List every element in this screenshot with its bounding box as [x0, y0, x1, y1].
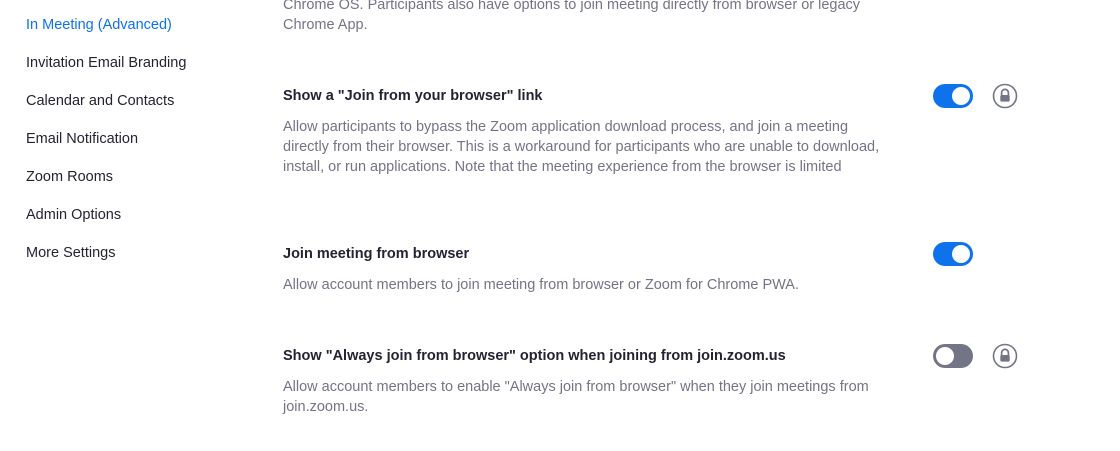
- toggle-knob: [936, 347, 954, 365]
- description-line: Allow account members to join meeting fr…: [283, 277, 799, 293]
- setting-description: Allow participants to bypass the Zoom ap…: [283, 117, 923, 177]
- lock-icon[interactable]: [992, 83, 1018, 109]
- sidebar-item-admin-options[interactable]: Admin Options: [26, 205, 121, 225]
- sidebar-item-email-notification[interactable]: Email Notification: [26, 129, 138, 149]
- always-join-from-browser-toggle[interactable]: [933, 344, 973, 368]
- description-line: install, or run applications. Note that …: [283, 159, 842, 175]
- toggle-knob: [952, 87, 970, 105]
- sidebar-item-calendar-and-contacts[interactable]: Calendar and Contacts: [26, 91, 174, 111]
- join-from-browser-link-toggle[interactable]: [933, 84, 973, 108]
- setting-description: Allow account members to join meeting fr…: [283, 275, 923, 295]
- setting-title: Join meeting from browser: [283, 246, 470, 262]
- description-line: Chrome App.: [283, 17, 368, 33]
- sidebar-item-invitation-email-branding[interactable]: Invitation Email Branding: [26, 53, 186, 73]
- sidebar-item-more-settings[interactable]: More Settings: [26, 243, 115, 263]
- join-meeting-from-browser-toggle[interactable]: [933, 242, 973, 266]
- description-line: Allow participants to bypass the Zoom ap…: [283, 119, 849, 135]
- lock-icon[interactable]: [992, 343, 1018, 369]
- description-line: Allow account members to enable "Always …: [283, 379, 869, 395]
- settings-main-panel: Chrome OS. Participants also have option…: [283, 0, 1120, 451]
- settings-sidebar: In Meeting (Advanced) Invitation Email B…: [0, 0, 240, 451]
- description-line: directly from their browser. This is a w…: [283, 139, 880, 155]
- sidebar-item-in-meeting-advanced[interactable]: In Meeting (Advanced): [26, 15, 172, 35]
- setting-description: Allow account members to enable "Always …: [283, 377, 923, 417]
- sidebar-item-zoom-rooms[interactable]: Zoom Rooms: [26, 167, 113, 187]
- toggle-knob: [952, 245, 970, 263]
- description-line: join.zoom.us.: [283, 399, 369, 415]
- setting-title: Show a "Join from your browser" link: [283, 88, 543, 104]
- description-line: Chrome OS. Participants also have option…: [283, 0, 861, 13]
- setting-title: Show "Always join from browser" option w…: [283, 348, 786, 364]
- previous-setting-description: Chrome OS. Participants also have option…: [283, 0, 923, 35]
